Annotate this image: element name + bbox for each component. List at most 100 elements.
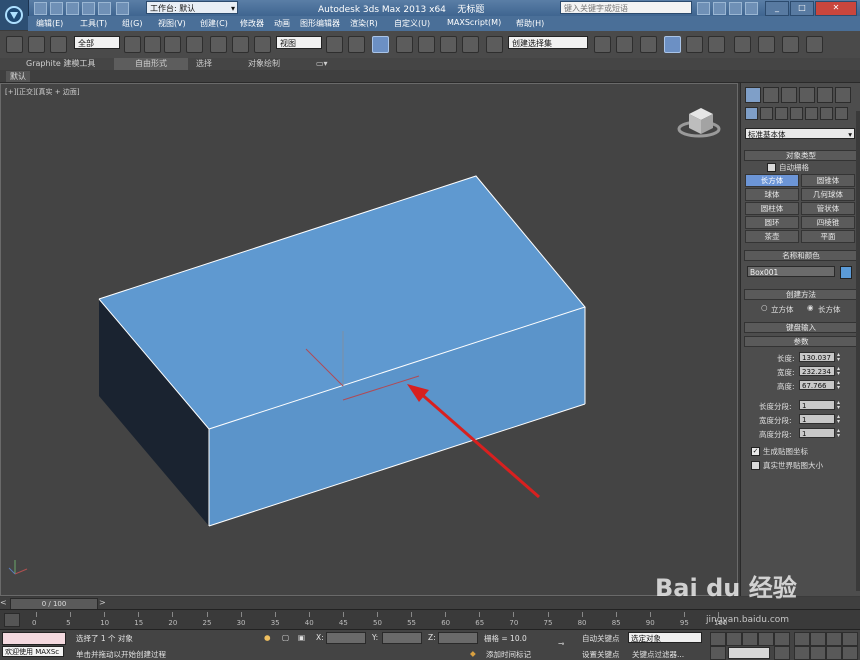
tab-graphite[interactable]: Graphite 建模工具 [22, 58, 99, 70]
cylinder-button[interactable]: 圆柱体 [745, 202, 799, 215]
rollout-creation-method[interactable]: 创建方法 [744, 289, 858, 300]
real-world-checkbox[interactable] [751, 461, 760, 470]
key-filters-button[interactable]: 关键点过滤器... [632, 649, 684, 660]
set-key-button[interactable]: 设置关键点 [582, 649, 620, 660]
object-name-field[interactable]: Box001 [747, 266, 835, 277]
height-spinner-icon[interactable]: ▴ ▾ [837, 380, 843, 391]
menu-edit[interactable]: 编辑(E) [36, 18, 63, 29]
rendered-frame-icon[interactable] [782, 36, 799, 53]
bind-space-warp-icon[interactable] [50, 36, 67, 53]
ribbon-default-label[interactable]: 默认 [6, 71, 30, 82]
systems-icon[interactable] [835, 107, 848, 120]
autogrid-checkbox[interactable] [767, 163, 776, 172]
favorites-icon[interactable] [729, 2, 742, 15]
keyboard-shortcut-override-icon[interactable] [372, 36, 389, 53]
menu-tools[interactable]: 工具(T) [80, 18, 107, 29]
utilities-panel-icon[interactable] [835, 87, 851, 103]
pan-view-icon[interactable] [810, 646, 826, 660]
welcome-field[interactable]: 欢迎使用 MAXSc [2, 646, 64, 657]
window-crossing-icon[interactable] [186, 36, 203, 53]
graphite-toggle-icon[interactable] [664, 36, 681, 53]
selection-filter-dropdown[interactable]: 全部 [74, 36, 120, 49]
menu-maxscript[interactable]: MAXScript(M) [447, 18, 501, 27]
viewport-perspective[interactable]: [+][正交][真实 + 边面] [0, 83, 738, 596]
new-file-icon[interactable] [34, 2, 47, 15]
pyramid-button[interactable]: 四棱锥 [801, 216, 855, 229]
help-icon[interactable] [745, 2, 758, 15]
rollout-parameters[interactable]: 参数 [744, 336, 858, 347]
select-and-move-icon[interactable] [210, 36, 227, 53]
menu-animation[interactable]: 动画 [274, 18, 290, 29]
percent-snap-icon[interactable] [440, 36, 457, 53]
height-field[interactable]: 67.766 [799, 380, 835, 390]
orbit-icon[interactable] [826, 646, 842, 660]
sphere-button[interactable]: 球体 [745, 188, 799, 201]
height-segs-spinner-icon[interactable]: ▴ ▾ [837, 428, 843, 439]
app-logo[interactable] [0, 0, 29, 30]
snaps-toggle-icon[interactable] [396, 36, 413, 53]
current-frame-field[interactable] [728, 647, 770, 659]
field-of-view-icon[interactable] [794, 646, 810, 660]
zoom-extents-all-icon[interactable] [842, 632, 858, 646]
goto-end-icon[interactable] [774, 632, 790, 646]
undo-icon[interactable] [82, 2, 95, 15]
tube-button[interactable]: 管状体 [801, 202, 855, 215]
auto-key-button[interactable]: 自动关键点 [582, 633, 620, 644]
width-segs-spinner-icon[interactable]: ▴ ▾ [837, 414, 843, 425]
geometry-icon[interactable] [745, 107, 758, 120]
length-field[interactable]: 130.037 [799, 352, 835, 362]
maximize-viewport-icon[interactable] [842, 646, 858, 660]
tab-selection[interactable]: 选择 [192, 58, 216, 70]
width-segs-field[interactable]: 1 [799, 414, 835, 424]
zoom-icon[interactable] [794, 632, 810, 646]
cameras-icon[interactable] [790, 107, 803, 120]
time-slider-next-icon[interactable]: > [99, 598, 107, 608]
minimize-button[interactable]: _ [765, 1, 789, 16]
workspace-dropdown[interactable]: 工作台: 默认 ▾ [146, 1, 238, 14]
ribbon-options-icon[interactable]: ▭▾ [312, 58, 332, 70]
search-icon[interactable] [697, 2, 710, 15]
space-warps-icon[interactable] [820, 107, 833, 120]
zoom-extents-icon[interactable] [826, 632, 842, 646]
radio-box-icon[interactable]: ◉ [807, 303, 814, 312]
mirror-icon[interactable] [594, 36, 611, 53]
rollout-keyboard-entry[interactable]: 键盘输入 [744, 322, 858, 333]
close-button[interactable]: ✕ [815, 1, 857, 16]
absolute-mode-icon[interactable]: ▣ [298, 633, 305, 642]
helpers-icon[interactable] [805, 107, 818, 120]
isolate-selection-icon[interactable]: ● [264, 633, 271, 642]
maxscript-listener-mini[interactable] [2, 632, 66, 645]
communication-center-icon[interactable] [713, 2, 726, 15]
y-coord-field[interactable] [382, 632, 422, 644]
select-by-name-icon[interactable] [144, 36, 161, 53]
key-set-dropdown[interactable]: 选定对象 [628, 632, 702, 643]
lights-icon[interactable] [775, 107, 788, 120]
play-icon[interactable] [742, 632, 758, 646]
add-time-tag[interactable]: 添加时间标记 [486, 649, 531, 660]
unlink-icon[interactable] [28, 36, 45, 53]
layer-manager-icon[interactable] [640, 36, 657, 53]
x-coord-field[interactable] [326, 632, 366, 644]
render-setup-icon[interactable] [758, 36, 775, 53]
named-selection-dropdown[interactable]: 创建选择集 [508, 36, 588, 49]
rectangle-selection-icon[interactable] [164, 36, 181, 53]
select-and-rotate-icon[interactable] [232, 36, 249, 53]
menu-rendering[interactable]: 渲染(R) [350, 18, 378, 29]
length-segs-field[interactable]: 1 [799, 400, 835, 410]
gen-mapping-checkbox[interactable]: ✓ [751, 447, 760, 456]
menu-customize[interactable]: 自定义(U) [394, 18, 430, 29]
align-icon[interactable] [616, 36, 633, 53]
curve-editor-icon[interactable] [686, 36, 703, 53]
tab-freeform[interactable]: 自由形式 [114, 58, 188, 70]
pivot-point-icon[interactable] [326, 36, 343, 53]
plane-button[interactable]: 平面 [801, 230, 855, 243]
zoom-all-icon[interactable] [810, 632, 826, 646]
key-mode-toggle-icon[interactable] [710, 646, 726, 660]
display-panel-icon[interactable] [817, 87, 833, 103]
z-coord-field[interactable] [438, 632, 478, 644]
menu-views[interactable]: 视图(V) [158, 18, 186, 29]
shapes-icon[interactable] [760, 107, 773, 120]
teapot-button[interactable]: 茶壶 [745, 230, 799, 243]
cone-button[interactable]: 圆锥体 [801, 174, 855, 187]
rollout-object-type[interactable]: 对象类型 [744, 150, 858, 161]
